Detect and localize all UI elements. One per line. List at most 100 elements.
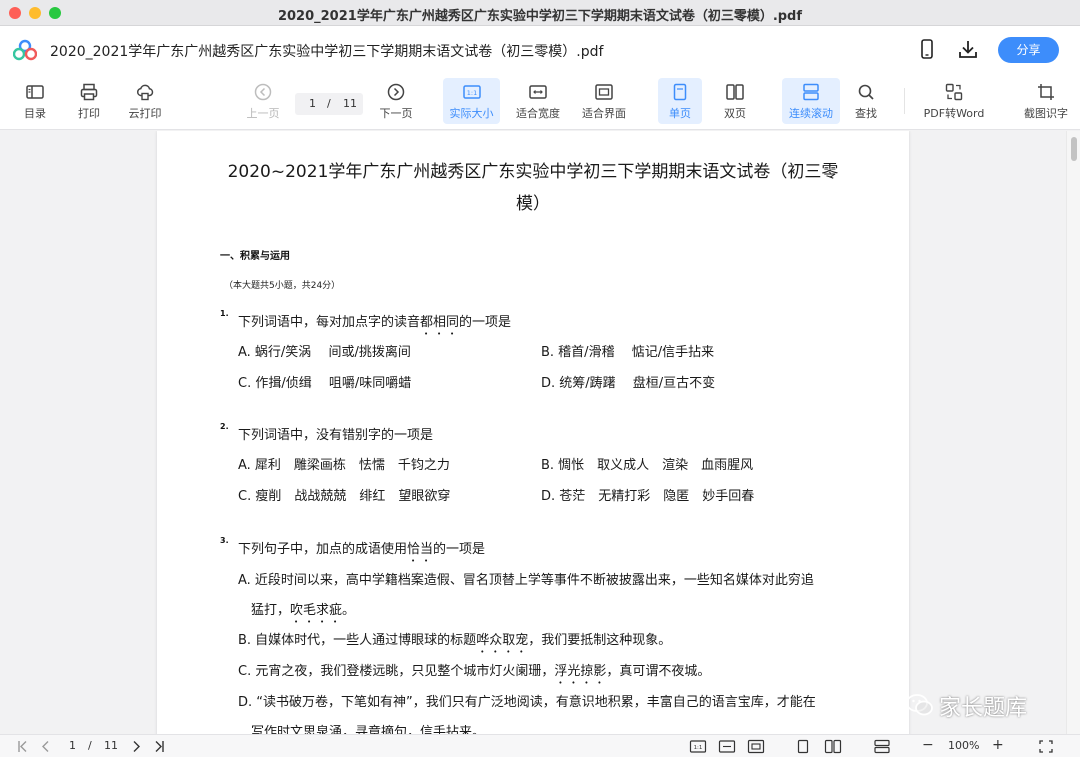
search-icon [858, 84, 874, 100]
option-text-part: C. 元宵之夜，我们登楼远眺，只见整个城市灯火阑珊， [238, 664, 555, 679]
option-c: C. 瘦削 战战兢兢 绯红 望眼欲穿 [238, 489, 451, 504]
cloud-print-label: 云打印 [128, 107, 162, 120]
zoom-level: 100% [948, 739, 980, 752]
print-button[interactable]: 打印 [72, 78, 106, 124]
single-page-button[interactable]: 单页 [658, 78, 702, 124]
option-d-line2: 写作时文思泉涌，寻章摘句，信手拈来。 [251, 725, 486, 734]
fit-width-icon [529, 85, 547, 99]
option-text-part: ，真可谓不夜城。 [606, 664, 711, 679]
status-current-page[interactable]: 1 [69, 739, 76, 754]
option-c: C. 作揖/侦缉 咀嚼/味同嚼蜡 [238, 376, 412, 391]
option-text-part: B. 自媒体时代，一些人通过博眼球的标题 [238, 633, 477, 648]
question-number: 2. [220, 422, 229, 431]
fit-screen-icon [747, 739, 765, 754]
emphasized-text: 吹毛求疵 [290, 603, 343, 618]
crop-ocr-icon [1038, 84, 1054, 100]
actual-size-button[interactable]: 1:1 实际大小 [443, 78, 500, 124]
next-page-small-button[interactable] [130, 739, 142, 754]
scrollbar-thumb[interactable] [1071, 137, 1077, 161]
fit-screen-label: 适合界面 [582, 107, 626, 120]
double-page-icon [824, 739, 842, 754]
emphasized-text: 哗众取宠 [476, 633, 529, 648]
title-bar: 2020_2021学年广东广州越秀区广东实验中学初三下学期期末语文试卷（初三零模… [0, 0, 1080, 26]
pdf-to-word-button[interactable]: PDF转Word [920, 78, 988, 124]
document-header: 2020_2021学年广东广州越秀区广东实验中学初三下学期期末语文试卷（初三零模… [0, 26, 1080, 74]
status-fit-screen-button[interactable] [747, 739, 765, 754]
actual-size-label: 实际大小 [449, 107, 494, 120]
zoom-out-button[interactable]: − [922, 737, 934, 753]
next-page-button[interactable]: 下一页 [377, 78, 415, 124]
exam-title-line2: 模） [516, 194, 550, 214]
fit-screen-button[interactable]: 适合界面 [578, 78, 630, 124]
vertical-scrollbar[interactable] [1066, 131, 1080, 734]
actual-size-icon: 1:1 [462, 85, 481, 99]
section-heading: 一、积累与运用 [220, 251, 290, 262]
status-single-page-button[interactable] [795, 739, 811, 754]
cloud-print-button[interactable]: 云打印 [124, 78, 166, 124]
app-window: 2020_2021学年广东广州越秀区广东实验中学初三下学期期末语文试卷（初三零模… [0, 0, 1080, 757]
svg-text:1:1: 1:1 [466, 89, 476, 97]
toc-icon [26, 85, 44, 99]
zoom-in-button[interactable]: + [992, 737, 1004, 753]
pdf-to-word-label: PDF转Word [923, 107, 985, 120]
last-page-button[interactable] [152, 739, 166, 754]
section-note: （本大题共5小题，共24分） [224, 281, 341, 291]
status-actual-size-button[interactable]: 1:1 [689, 739, 707, 754]
window-title: 2020_2021学年广东广州越秀区广东实验中学初三下学期期末语文试卷（初三零模… [277, 9, 803, 24]
status-fit-width-button[interactable] [718, 739, 736, 754]
find-button[interactable]: 查找 [848, 78, 884, 124]
document-viewer[interactable]: 2020~2021学年广东广州越秀区广东实验中学初三下学期期末语文试卷（初三零 … [0, 131, 1080, 734]
total-pages-value: 11 [343, 97, 357, 110]
toc-button[interactable]: 目录 [18, 78, 52, 124]
fit-width-icon [718, 740, 736, 753]
option-a-line1: A. 近段时间以来，高中学籍档案造假、冒名顶替上学等事件不断被披露出来，一些知名… [238, 573, 814, 588]
single-page-label: 单页 [669, 107, 691, 120]
fit-screen-icon [595, 84, 613, 100]
cloud-print-icon [137, 84, 154, 101]
question-text-part: 的一项是 [459, 315, 512, 330]
emphasized-text: 都相同 [420, 315, 460, 330]
option-b: B. 稽首/滑稽 惦记/信手拈来 [541, 345, 715, 360]
fullscreen-icon [1039, 740, 1053, 753]
option-a: A. 犀利 雕梁画栋 怯懦 千钧之力 [238, 458, 450, 473]
last-page-icon [155, 741, 164, 752]
toolbar: 目录 打印 云打印 上一页 1 / 11 下一页 1:1 实际大小 适合宽度 适… [0, 74, 1080, 130]
option-text-part: 猛打， [251, 603, 291, 618]
question-text-part: 下列词语中，每对加点字的读音 [238, 315, 421, 330]
prev-page-button[interactable]: 上一页 [244, 78, 282, 124]
question-text: 下列词语中，每对加点字的读音都相同的一项是 [238, 311, 511, 338]
question-text-part: 的一项是 [433, 542, 486, 557]
share-button[interactable]: 分享 [998, 37, 1059, 63]
status-double-page-button[interactable] [824, 739, 842, 754]
continuous-scroll-label: 连续滚动 [789, 107, 833, 120]
actual-size-icon: 1:1 [689, 740, 707, 753]
pdf-page: 2020~2021学年广东广州越秀区广东实验中学初三下学期期末语文试卷（初三零 … [157, 131, 909, 734]
screenshot-ocr-button[interactable]: 截图识字 [1020, 78, 1072, 124]
page-separator: / [327, 97, 331, 110]
option-text-part: 。 [342, 603, 356, 618]
option-d: D. 苍茫 无精打彩 隐匿 妙手回春 [541, 489, 755, 504]
question-text-part: 下列句子中，加点的成语使用 [238, 542, 408, 557]
print-label: 打印 [78, 107, 100, 120]
option-text-part: ，我们要抵制这种现象。 [528, 633, 672, 648]
option-b: B. 惆怅 取义成人 渲染 血雨腥风 [541, 458, 754, 473]
download-icon[interactable] [957, 38, 979, 60]
phone-icon[interactable] [917, 38, 937, 60]
page-number-field[interactable]: 1 / 11 [295, 93, 363, 115]
fullscreen-button[interactable] [1038, 739, 1054, 754]
double-page-button[interactable]: 双页 [714, 78, 756, 124]
question-text: 下列词语中，没有错别字的一项是 [238, 428, 434, 443]
continuous-scroll-icon [803, 83, 819, 101]
chevron-right-circle-icon [387, 83, 405, 101]
continuous-scroll-button[interactable]: 连续滚动 [782, 78, 840, 124]
first-page-button[interactable] [16, 739, 30, 754]
option-a: A. 蜗行/笑涡 间或/挑拨离间 [238, 345, 411, 360]
status-continuous-scroll-button[interactable] [873, 739, 891, 754]
chevron-left-icon [42, 741, 49, 752]
double-page-icon [726, 84, 744, 100]
first-page-icon [18, 741, 27, 752]
question-number: 3. [220, 536, 229, 545]
status-total-pages: 11 [104, 739, 118, 752]
prev-page-small-button[interactable] [40, 739, 52, 754]
fit-width-button[interactable]: 适合宽度 [512, 78, 564, 124]
